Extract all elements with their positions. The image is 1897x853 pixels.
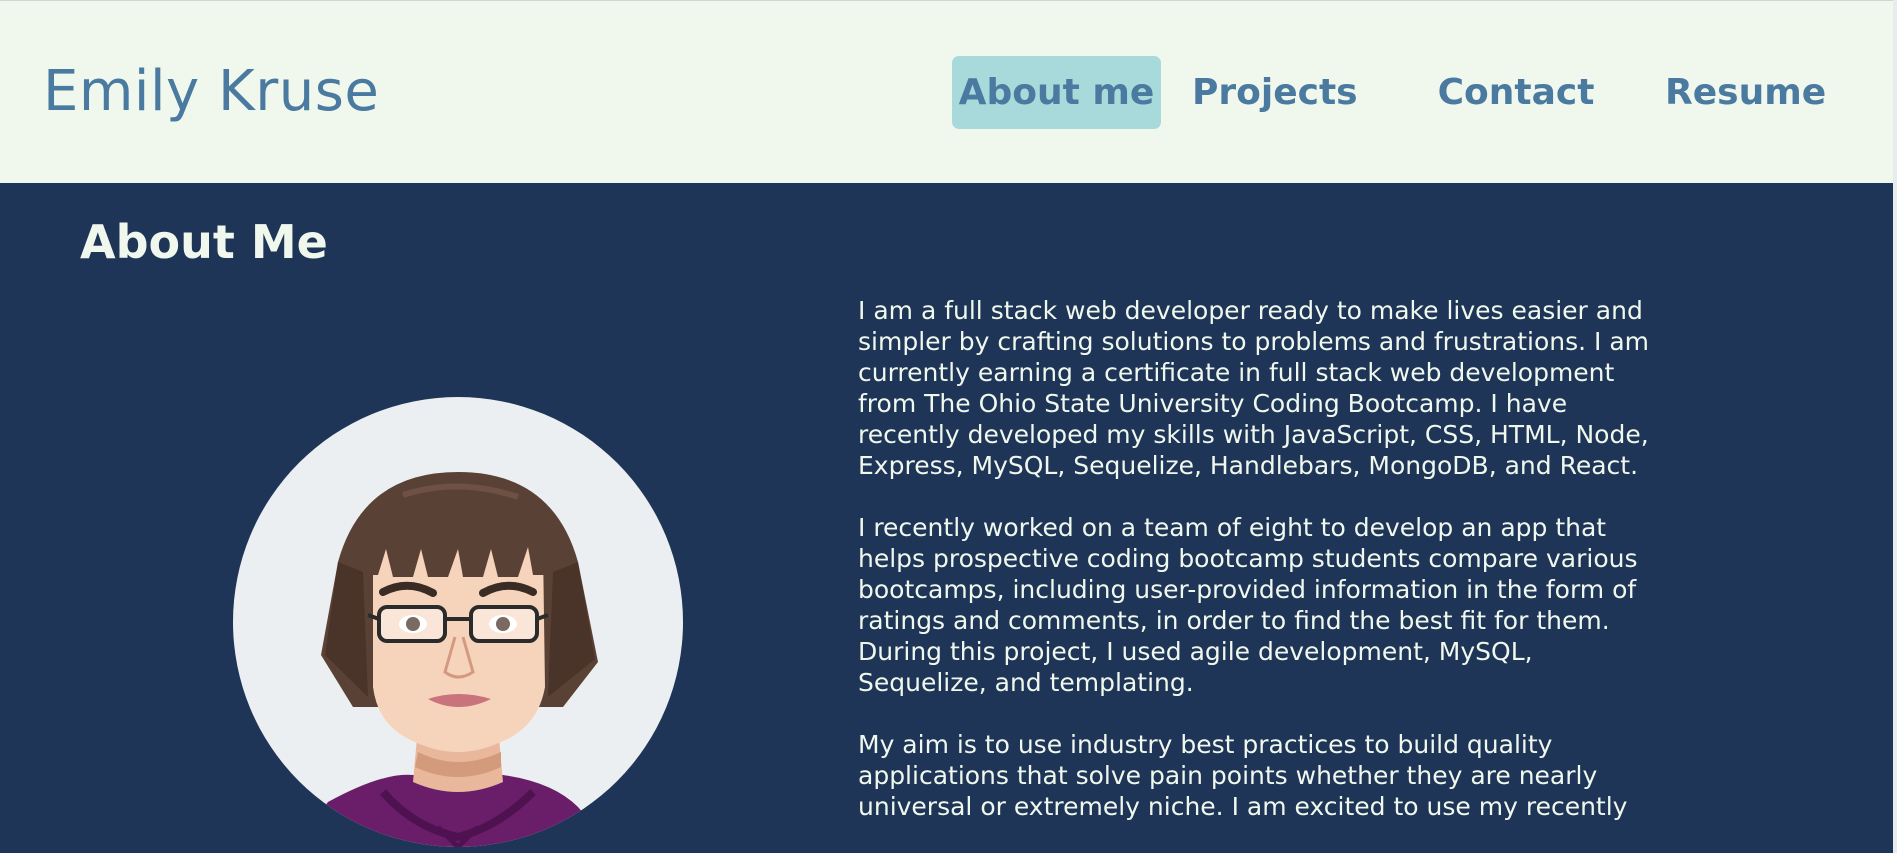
nav-about-me[interactable]: About me	[952, 56, 1161, 129]
bio-paragraph-2: I recently worked on a team of eight to …	[858, 513, 1638, 697]
about-section: About Me I am a full stack web developer…	[0, 183, 1893, 853]
avatar-icon	[233, 397, 683, 847]
about-bio: I am a full stack web developer ready to…	[858, 295, 1658, 853]
site-header: Emily Kruse About me Projects Contact Re…	[0, 0, 1893, 183]
bio-paragraph-3: My aim is to use industry best practices…	[858, 730, 1628, 821]
site-brand[interactable]: Emily Kruse	[43, 59, 379, 124]
nav-projects[interactable]: Projects	[1192, 56, 1358, 129]
nav-resume[interactable]: Resume	[1665, 56, 1826, 129]
nav-contact[interactable]: Contact	[1436, 56, 1596, 129]
section-title: About Me	[80, 215, 328, 269]
page-scrollbar[interactable]	[1893, 0, 1897, 853]
bio-paragraph-1: I am a full stack web developer ready to…	[858, 296, 1650, 480]
